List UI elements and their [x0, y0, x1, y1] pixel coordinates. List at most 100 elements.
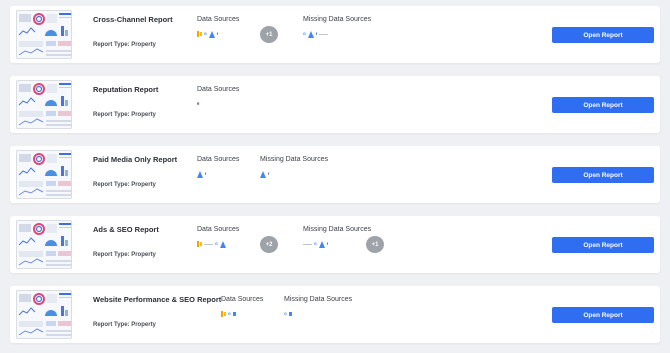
analytics-bar-icon — [200, 242, 202, 246]
analytics-bar-icon — [197, 31, 199, 37]
report-type: Report Type: Property — [93, 182, 156, 188]
missing-data-sources-logos: Gf — [303, 236, 328, 252]
generic-source-mark — [204, 243, 213, 245]
report-card: Reputation Report Report Type: Property Da… — [10, 76, 660, 133]
google-ads-icon — [219, 240, 226, 248]
facebook-wordmark: f — [216, 32, 218, 36]
report-thumbnail-graphic — [17, 81, 71, 128]
google-wordmark: G — [228, 312, 231, 316]
google-ads-logo — [307, 29, 314, 39]
google-logo: G — [284, 309, 287, 319]
search-console-icon — [288, 312, 292, 316]
data-sources-logos: G — [221, 306, 236, 322]
report-type: Report Type: Property — [93, 252, 156, 258]
google-logo: G — [314, 239, 317, 249]
google-ads-logo — [208, 29, 215, 39]
search-console-icon — [232, 312, 236, 316]
reputation-logo: R — [197, 99, 199, 109]
report-thumbnail-graphic — [17, 11, 71, 58]
report-card: Website Performance & SEO Report Report T… — [10, 286, 660, 343]
report-thumbnail — [16, 290, 72, 339]
google-analytics-logo — [197, 29, 202, 39]
facebook-wordmark: f — [205, 172, 207, 176]
report-thumbnail-graphic — [17, 221, 71, 268]
google-ads-icon — [307, 30, 314, 38]
google-ads-logo — [219, 239, 226, 249]
report-type: Report Type: Property — [93, 112, 156, 118]
facebook-logo: f — [316, 29, 317, 39]
report-thumbnail — [16, 80, 72, 129]
facebook-logo: f — [327, 239, 328, 249]
data-sources-logos: R — [197, 96, 199, 112]
missing-sources-more-badge[interactable]: +1 — [366, 236, 384, 253]
report-title: Website Performance & SEO Report — [93, 295, 222, 304]
data-sources-label: Data Sources — [221, 296, 264, 303]
google-logo: G — [204, 29, 207, 39]
report-type: Report Type: Property — [93, 42, 156, 48]
google-ads-icon — [318, 240, 325, 248]
facebook-logo: f — [217, 29, 218, 39]
generic-source-logo — [204, 239, 213, 249]
data-sources-label: Data Sources — [197, 156, 240, 163]
report-type: Report Type: Property — [93, 322, 156, 328]
open-report-button[interactable]: Open Report — [552, 97, 654, 113]
report-title: Paid Media Only Report — [93, 155, 178, 164]
google-wordmark: G — [215, 242, 218, 246]
missing-data-sources-logos: f — [260, 166, 269, 182]
google-ads-icon — [197, 170, 203, 178]
generic-source-logo — [303, 239, 312, 249]
google-ads-icon — [208, 30, 215, 38]
report-title: Ads & SEO Report — [93, 225, 159, 234]
google-analytics-logo — [221, 309, 226, 319]
missing-data-sources-label: Missing Data Sources — [260, 156, 329, 163]
google-ads-logo — [260, 169, 266, 179]
google-logo: G — [228, 309, 231, 319]
google-logo: G — [215, 239, 218, 249]
missing-data-sources-logos: G — [284, 306, 292, 322]
open-report-button[interactable]: Open Report — [552, 27, 654, 43]
report-thumbnail — [16, 10, 72, 59]
report-card: Cross-Channel Report Report Type: Propert… — [10, 6, 660, 63]
google-logo: G — [303, 29, 306, 39]
missing-data-sources-label: Missing Data Sources — [303, 226, 372, 233]
data-sources-more-badge[interactable]: +1 — [260, 26, 278, 43]
open-report-button[interactable]: Open Report — [552, 237, 654, 253]
data-sources-more-badge[interactable]: +2 — [260, 236, 278, 253]
data-sources-label: Data Sources — [197, 226, 240, 233]
facebook-logo: f — [268, 169, 269, 179]
report-list: Cross-Channel Report Report Type: Propert… — [0, 0, 670, 353]
data-sources-logos: f — [197, 166, 206, 182]
generic-source-mark — [303, 243, 312, 245]
facebook-logo: f — [205, 169, 206, 179]
open-report-button[interactable]: Open Report — [552, 167, 654, 183]
generic-source-logo — [319, 29, 328, 39]
analytics-bar-icon — [224, 312, 226, 316]
facebook-wordmark: f — [326, 242, 328, 246]
generic-source-mark — [319, 33, 328, 35]
facebook-wordmark: f — [268, 172, 270, 176]
missing-data-sources-label: Missing Data Sources — [303, 16, 372, 23]
report-thumbnail-graphic — [17, 291, 71, 338]
analytics-bar-icon — [200, 32, 202, 36]
report-thumbnail — [16, 220, 72, 269]
data-sources-logos: G — [197, 236, 226, 252]
reputation-wordmark: R — [197, 102, 200, 106]
search-console-logo — [288, 309, 292, 319]
missing-data-sources-logos: Gf — [303, 26, 328, 42]
open-report-button[interactable]: Open Report — [552, 307, 654, 323]
facebook-wordmark: f — [315, 32, 317, 36]
report-title: Cross-Channel Report — [93, 15, 173, 24]
data-sources-label: Data Sources — [197, 16, 240, 23]
analytics-bar-icon — [197, 241, 199, 247]
report-thumbnail-graphic — [17, 151, 71, 198]
google-analytics-logo — [197, 239, 202, 249]
google-ads-icon — [260, 170, 266, 178]
google-wordmark: G — [284, 312, 287, 316]
google-ads-logo — [318, 239, 325, 249]
search-console-logo — [232, 309, 236, 319]
google-ads-logo — [197, 169, 203, 179]
report-title: Reputation Report — [93, 85, 159, 94]
analytics-bar-icon — [221, 311, 223, 317]
report-card: Ads & SEO Report Report Type: Property Dat… — [10, 216, 660, 273]
data-sources-logos: Gf — [197, 26, 218, 42]
